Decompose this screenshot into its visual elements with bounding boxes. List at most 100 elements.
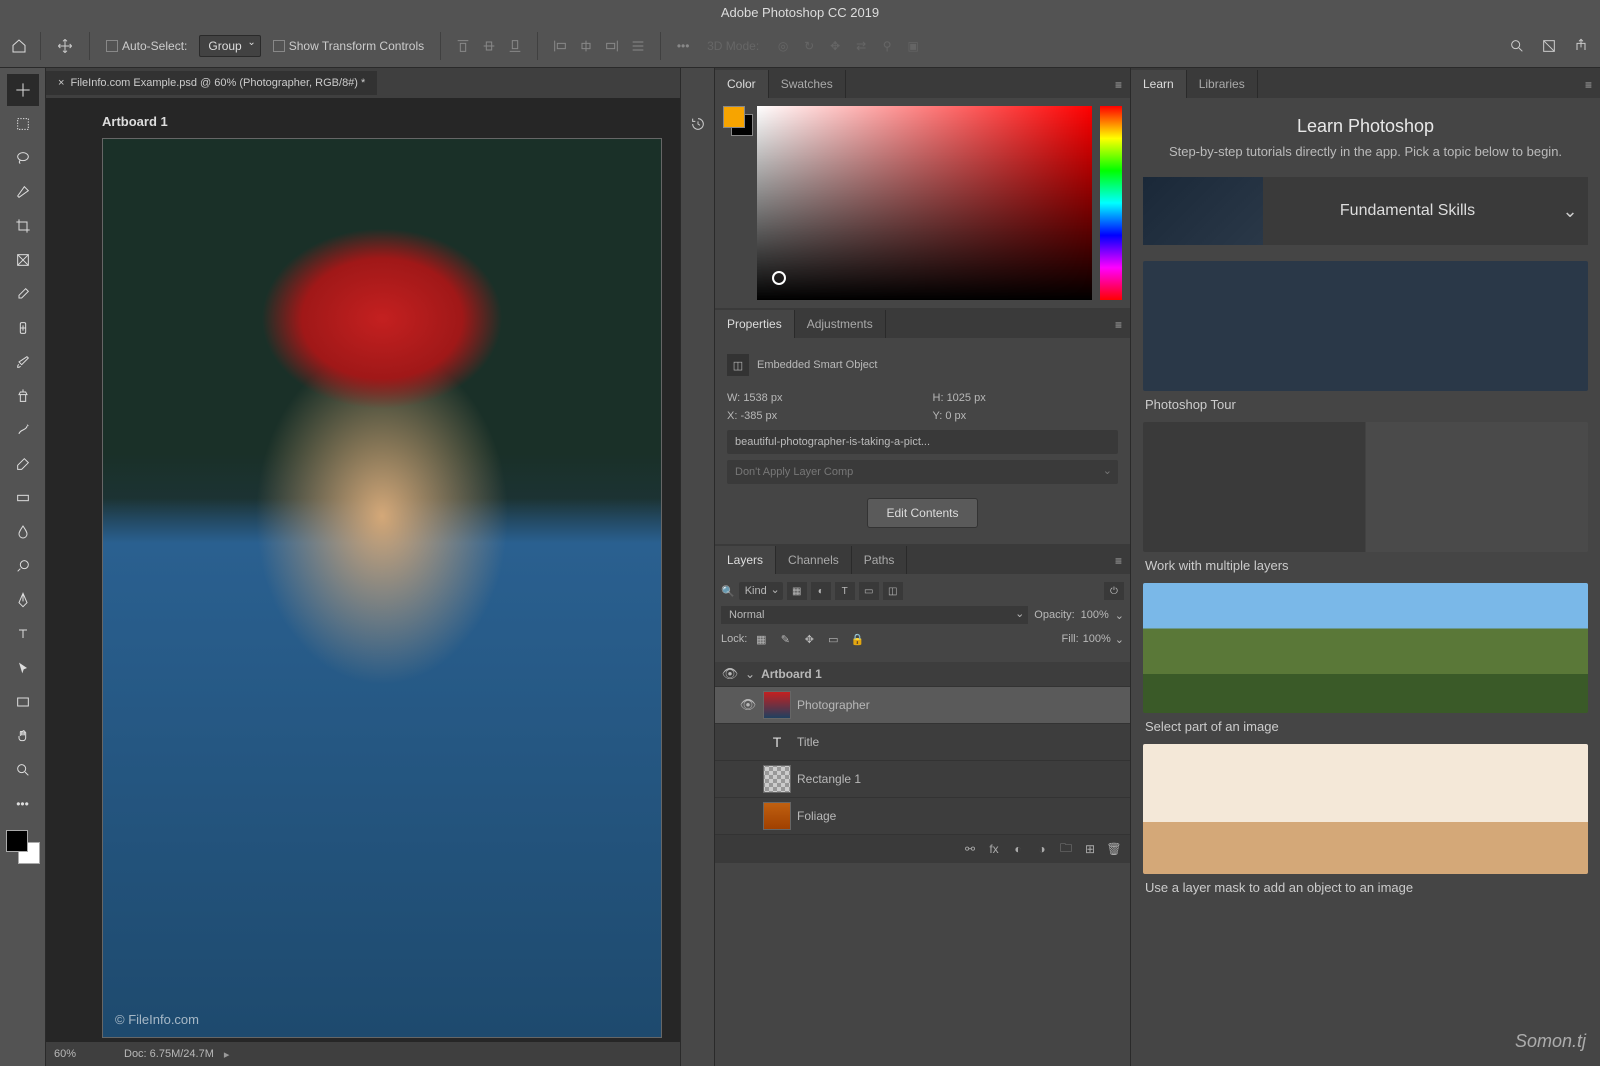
move-tool[interactable] — [7, 74, 39, 106]
filter-adjust-icon[interactable]: ◐ — [811, 582, 831, 600]
learn-card[interactable]: Use a layer mask to add an object to an … — [1143, 744, 1588, 895]
lock-position-icon[interactable]: ✥ — [799, 630, 819, 648]
auto-select-checkbox[interactable]: Auto-Select: — [100, 35, 193, 57]
learn-card[interactable]: Select part of an image — [1143, 583, 1588, 734]
prop-x[interactable]: -385 px — [740, 410, 777, 422]
new-layer-icon[interactable]: ⊞ — [1080, 839, 1100, 859]
learn-card[interactable]: Photoshop Tour — [1143, 261, 1588, 412]
frame-tool[interactable] — [7, 244, 39, 276]
show-transform-checkbox[interactable]: Show Transform Controls — [267, 35, 430, 57]
align-right-icon[interactable] — [600, 34, 624, 58]
align-vcenter-icon[interactable] — [477, 34, 501, 58]
color-panel-menu-icon[interactable]: ≡ — [1107, 72, 1130, 98]
path-select-tool[interactable] — [7, 652, 39, 684]
layer-thumb[interactable]: T — [763, 728, 791, 756]
lock-all-icon[interactable]: 🔒 — [847, 630, 867, 648]
opacity-value[interactable]: 100% — [1081, 609, 1109, 621]
layer-item-title[interactable]: T Title — [715, 724, 1130, 761]
color-swatch-pair[interactable] — [723, 106, 749, 132]
zoom-value[interactable]: 60% — [54, 1048, 114, 1060]
filter-pixel-icon[interactable]: ▦ — [787, 582, 807, 600]
tab-layers[interactable]: Layers — [715, 546, 776, 574]
layer-thumb[interactable] — [763, 765, 791, 793]
tab-learn[interactable]: Learn — [1131, 70, 1187, 98]
learn-card[interactable]: Work with multiple layers — [1143, 422, 1588, 573]
layers-panel-menu-icon[interactable]: ≡ — [1107, 548, 1130, 574]
quick-select-tool[interactable] — [7, 176, 39, 208]
filter-shape-icon[interactable]: ▭ — [859, 582, 879, 600]
tab-adjustments[interactable]: Adjustments — [795, 310, 886, 338]
fill-value[interactable]: 100% — [1083, 633, 1111, 645]
visibility-icon[interactable]: 👁 — [721, 666, 739, 682]
layer-item-artboard[interactable]: 👁 ⌄ Artboard 1 — [715, 662, 1130, 687]
tab-libraries[interactable]: Libraries — [1187, 70, 1258, 98]
prop-y[interactable]: 0 px — [945, 410, 966, 422]
hue-slider[interactable] — [1100, 106, 1122, 300]
hand-tool[interactable] — [7, 720, 39, 752]
visibility-icon[interactable]: 👁 — [739, 697, 757, 713]
align-left-icon[interactable] — [548, 34, 572, 58]
tab-channels[interactable]: Channels — [776, 546, 852, 574]
edit-toolbar-icon[interactable]: ••• — [7, 788, 39, 820]
lock-image-icon[interactable]: ✎ — [775, 630, 795, 648]
layer-fx-icon[interactable]: fx — [984, 839, 1004, 859]
rectangle-tool[interactable] — [7, 686, 39, 718]
layer-filter-dropdown[interactable]: Kind — [739, 582, 783, 600]
blur-tool[interactable] — [7, 516, 39, 548]
tab-color[interactable]: Color — [715, 70, 769, 98]
history-panel-icon[interactable] — [686, 112, 710, 136]
layer-item-photographer[interactable]: 👁 Photographer — [715, 687, 1130, 724]
dodge-tool[interactable] — [7, 550, 39, 582]
delete-layer-icon[interactable]: 🗑 — [1104, 839, 1124, 859]
align-top-icon[interactable] — [451, 34, 475, 58]
properties-panel-menu-icon[interactable]: ≡ — [1107, 312, 1130, 338]
filter-toggle-icon[interactable]: ⏻ — [1104, 582, 1124, 600]
layer-comp-dropdown[interactable]: Don't Apply Layer Comp — [727, 460, 1118, 484]
lock-transparent-icon[interactable]: ▦ — [751, 630, 771, 648]
group-icon[interactable]: 🗀 — [1056, 839, 1076, 859]
layer-thumb[interactable] — [763, 691, 791, 719]
gradient-tool[interactable] — [7, 482, 39, 514]
align-hcenter-icon[interactable] — [574, 34, 598, 58]
tab-paths[interactable]: Paths — [852, 546, 908, 574]
tab-swatches[interactable]: Swatches — [769, 70, 846, 98]
layer-thumb[interactable] — [763, 802, 791, 830]
auto-select-dropdown[interactable]: Group — [199, 35, 260, 57]
lasso-tool[interactable] — [7, 142, 39, 174]
foreground-background-swatch[interactable] — [6, 830, 40, 864]
link-layers-icon[interactable]: ⚯ — [960, 839, 980, 859]
lock-artboard-icon[interactable]: ▭ — [823, 630, 843, 648]
crop-tool[interactable] — [7, 210, 39, 242]
layer-item-rectangle[interactable]: Rectangle 1 — [715, 761, 1130, 798]
doc-size[interactable]: Doc: 6.75M/24.7M — [124, 1048, 214, 1060]
search-icon[interactable] — [1506, 35, 1528, 57]
home-button[interactable] — [8, 35, 30, 57]
layer-item-foliage[interactable]: Foliage — [715, 798, 1130, 835]
zoom-tool[interactable] — [7, 754, 39, 786]
pen-tool[interactable] — [7, 584, 39, 616]
color-field[interactable] — [757, 106, 1092, 300]
more-options-icon[interactable]: ••• — [671, 34, 695, 58]
document-tab[interactable]: × FileInfo.com Example.psd @ 60% (Photog… — [46, 71, 377, 95]
expand-icon[interactable]: ⌄ — [745, 667, 755, 681]
marquee-tool[interactable] — [7, 108, 39, 140]
prop-height[interactable]: 1025 px — [947, 392, 986, 404]
prop-width[interactable]: 1538 px — [743, 392, 782, 404]
distribute-icon[interactable] — [626, 34, 650, 58]
eyedropper-tool[interactable] — [7, 278, 39, 310]
type-tool[interactable] — [7, 618, 39, 650]
healing-tool[interactable] — [7, 312, 39, 344]
status-menu-icon[interactable]: ▸ — [224, 1048, 230, 1061]
learn-panel-menu-icon[interactable]: ≡ — [1577, 72, 1600, 98]
align-bottom-icon[interactable] — [503, 34, 527, 58]
filter-type-icon[interactable]: T — [835, 582, 855, 600]
share-icon[interactable] — [1570, 35, 1592, 57]
tab-properties[interactable]: Properties — [715, 310, 795, 338]
fundamental-skills-row[interactable]: Fundamental Skills ⌄ — [1143, 177, 1588, 245]
history-brush-tool[interactable] — [7, 414, 39, 446]
canvas[interactable]: Artboard 1 © FileInfo.com — [46, 98, 680, 1042]
edit-contents-button[interactable]: Edit Contents — [867, 498, 977, 528]
layer-mask-icon[interactable]: ◐ — [1008, 839, 1028, 859]
brush-tool[interactable] — [7, 346, 39, 378]
filter-smart-icon[interactable]: ◫ — [883, 582, 903, 600]
